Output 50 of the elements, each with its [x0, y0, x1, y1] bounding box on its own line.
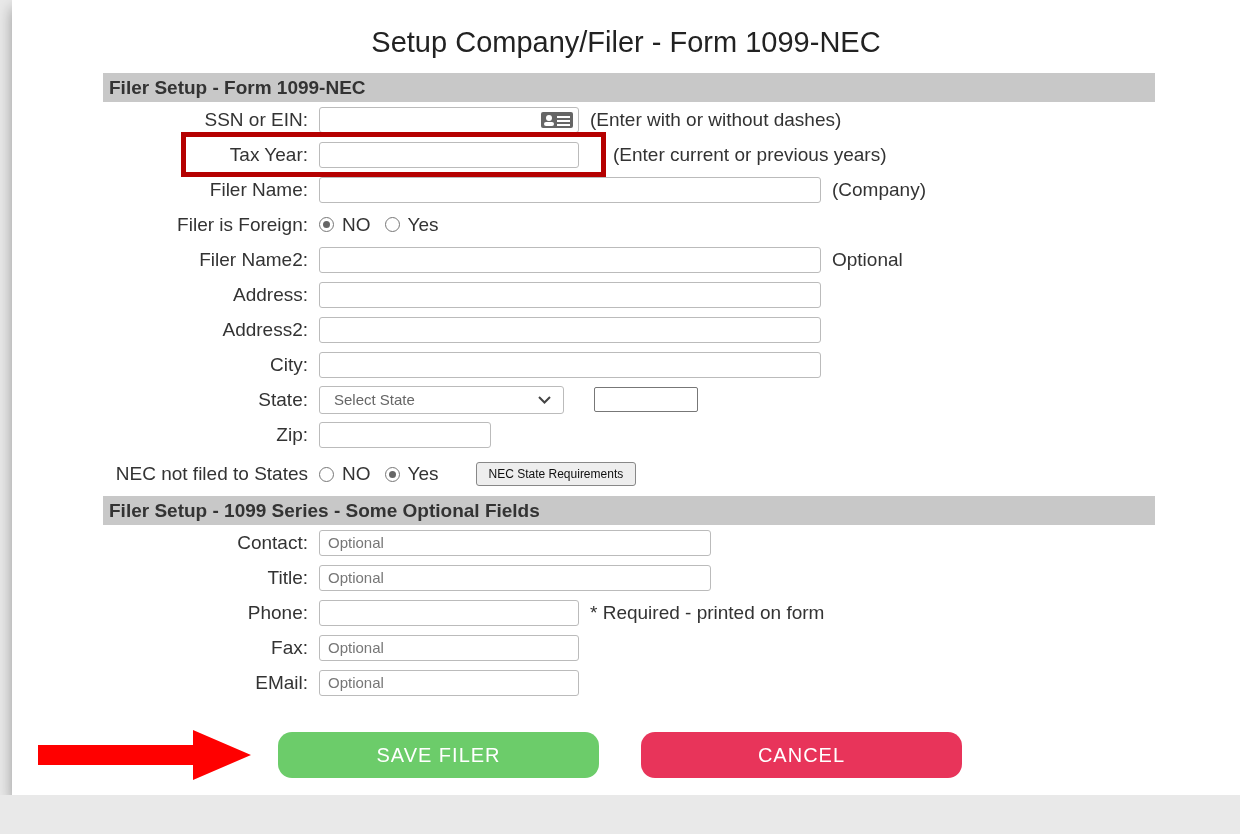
requirements-button[interactable]: NEC State Requirements: [475, 462, 637, 486]
input-field[interactable]: [594, 387, 698, 412]
field-label: Filer Name:: [209, 178, 308, 201]
cancel-button[interactable]: CANCEL: [641, 732, 962, 778]
field-label: Filer Name2:: [199, 248, 308, 271]
radio-label: Yes: [407, 463, 439, 485]
field-label: Filer is Foreign:: [177, 213, 308, 236]
chevron-icon: [538, 395, 551, 404]
input-field[interactable]: [319, 281, 821, 308]
radio-label: NO: [342, 463, 371, 485]
field-hint: * Required - printed on form: [590, 601, 825, 624]
field-label: Title:: [267, 566, 308, 589]
field-label: City:: [270, 353, 308, 376]
input-field[interactable]: Optional: [319, 529, 711, 556]
radio-label: Yes: [407, 213, 439, 236]
field-label: Address2:: [222, 318, 308, 341]
input-field[interactable]: [319, 141, 579, 168]
field-label: State:: [258, 388, 308, 411]
input-field[interactable]: [319, 599, 579, 626]
input-field[interactable]: [319, 421, 491, 448]
field-label: SSN or EIN:: [204, 108, 308, 131]
radio-button[interactable]: [384, 217, 400, 232]
section-header: Filer Setup - Form 1099-NEC: [103, 73, 1155, 102]
input-field[interactable]: [319, 106, 579, 133]
radio-label: NO: [342, 213, 371, 236]
input-field[interactable]: Optional: [319, 669, 579, 696]
radio-button[interactable]: [384, 466, 400, 482]
field-label: Fax:: [271, 636, 308, 659]
field-label: Tax Year:: [229, 143, 308, 166]
field-hint: Optional: [832, 248, 903, 271]
input-field[interactable]: [319, 351, 821, 378]
section-header: Filer Setup - 1099 Series - Some Optional Fields: [103, 496, 1155, 525]
input-field[interactable]: Optional: [319, 564, 711, 591]
field-hint: (Enter current or previous years): [613, 143, 887, 166]
field-label: Address:: [233, 283, 308, 306]
dialog-title: Setup Company/Filer - Form 1099-NEC: [371, 26, 881, 59]
radio-button[interactable]: [319, 466, 334, 482]
field-label: EMail:: [255, 671, 308, 694]
input-field[interactable]: [319, 176, 821, 203]
state-dropdown[interactable]: Select State: [319, 385, 564, 414]
input-field[interactable]: [319, 246, 821, 273]
field-hint: (Enter with or without dashes): [590, 108, 842, 131]
input-field[interactable]: [319, 316, 821, 343]
radio-button[interactable]: [319, 217, 334, 232]
field-label: Contact:: [237, 531, 308, 554]
field-hint: (Company): [832, 178, 926, 201]
input-field[interactable]: Optional: [319, 634, 579, 661]
field-label: Zip:: [276, 423, 308, 446]
field-label: Phone:: [247, 601, 308, 624]
field-label: NEC not filed to States: [115, 463, 308, 485]
